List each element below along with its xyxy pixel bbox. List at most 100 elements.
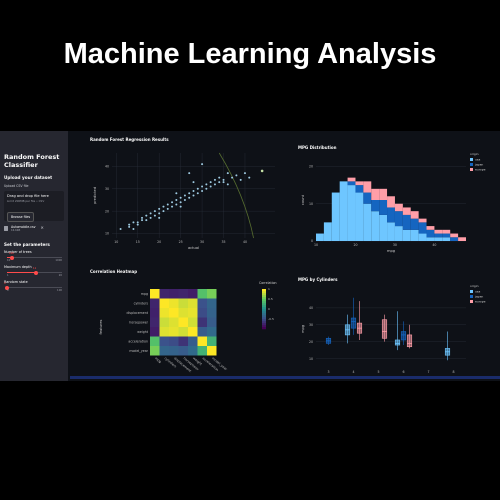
heatmap-cell xyxy=(178,317,188,327)
legend-label-usa: usa xyxy=(475,290,480,294)
upload-label: Upload CSV file xyxy=(4,184,29,188)
legend-swatch-europe xyxy=(470,168,473,171)
legend-label-europe: europe xyxy=(475,300,486,304)
heatmap-cell xyxy=(159,308,169,318)
remove-file-icon[interactable]: ✕ xyxy=(41,225,44,230)
bar-japan xyxy=(394,211,403,227)
heatmap-cell xyxy=(159,336,169,346)
data-point xyxy=(188,172,191,175)
bar-europe xyxy=(450,233,459,238)
heatmap-cell xyxy=(188,308,198,318)
data-point xyxy=(231,176,234,179)
bar-japan xyxy=(402,214,411,230)
x-tick-label: 10 xyxy=(314,243,318,247)
data-point xyxy=(183,198,186,201)
x-tick-label: 10 xyxy=(114,240,118,244)
heatmap-cell xyxy=(178,336,188,346)
bar-europe xyxy=(418,218,427,223)
heatmap-cell xyxy=(188,298,198,308)
x-tick-label: 40 xyxy=(243,240,247,244)
legend-swatch-japan xyxy=(470,295,473,298)
data-point xyxy=(243,172,246,175)
bar-japan xyxy=(426,229,435,238)
x-tick-label: 40 xyxy=(432,243,436,247)
file-dropzone[interactable]: Drag and drop file here Limit 200MB per … xyxy=(4,191,64,222)
data-point xyxy=(222,178,225,181)
heatmap-cell xyxy=(150,346,160,356)
data-point xyxy=(201,163,204,166)
slider-1[interactable]: Maximum depth 11 1 20 xyxy=(4,265,64,277)
data-point xyxy=(149,216,152,219)
heatmap-cell xyxy=(188,317,198,327)
heatmap-cell xyxy=(150,336,160,346)
dropzone-limit: Limit 200MB per file • CSV xyxy=(7,199,45,203)
sidebar-title: Random Forest Classifier xyxy=(4,153,64,169)
data-point xyxy=(119,228,122,231)
x-tick-label: 4 xyxy=(352,370,354,374)
slider-track[interactable]: 11 xyxy=(7,267,62,275)
data-point xyxy=(162,205,165,208)
box-europe xyxy=(406,334,413,348)
y-tick-label: 20 xyxy=(309,165,313,169)
heatmap-cell xyxy=(159,317,169,327)
app-window: Random Forest Classifier Upload your dat… xyxy=(0,131,500,381)
sidebar-title-line1: Random Forest xyxy=(4,153,60,161)
slider-track[interactable]: 0 xyxy=(4,282,62,290)
heatmap-cell xyxy=(207,317,217,327)
slider-value: 11 xyxy=(32,267,37,270)
headline: Machine Learning Analysis xyxy=(63,38,437,70)
browse-files-button[interactable]: Browse files xyxy=(7,212,35,222)
legend-label-usa: usa xyxy=(475,158,480,162)
y-tick-label: 10 xyxy=(309,202,313,206)
slider-0[interactable]: Number of trees 100 10 1000 xyxy=(4,250,64,262)
x-tick-label: 7 xyxy=(427,370,429,374)
heatmap-cell xyxy=(169,336,179,346)
slider-track[interactable]: 100 xyxy=(7,252,62,260)
data-point xyxy=(201,190,204,193)
heatmap-cell xyxy=(150,317,160,327)
data-point xyxy=(209,181,212,184)
data-point xyxy=(128,225,131,228)
params-heading: Set the parameters xyxy=(4,242,50,247)
slider-max: 20 xyxy=(58,274,62,277)
legend-swatch-usa xyxy=(470,290,473,293)
data-point xyxy=(162,210,165,213)
colorbar-step xyxy=(262,301,266,304)
data-point xyxy=(196,187,199,190)
bar-europe xyxy=(402,207,411,215)
bar-usa xyxy=(316,233,324,241)
row-label: displacement xyxy=(127,311,149,315)
legend-swatch-usa xyxy=(470,158,473,161)
slider-thumb[interactable] xyxy=(33,270,38,275)
bar-europe xyxy=(426,226,435,230)
x-axis-label: mpg xyxy=(387,249,395,253)
x-tick-label: 20 xyxy=(353,243,357,247)
data-point xyxy=(179,196,182,199)
box-japan xyxy=(350,317,357,329)
row-label: horsepower xyxy=(129,320,148,324)
bar-europe xyxy=(458,237,466,241)
data-point xyxy=(196,192,199,195)
slider-value: 0 xyxy=(4,282,6,285)
slider-thumb[interactable] xyxy=(10,255,14,260)
bar-europe xyxy=(394,203,403,212)
heatmap-cell xyxy=(169,327,179,337)
parameter-sliders: Number of trees 100 10 1000 Maximum depth 11 1… xyxy=(4,250,64,292)
colorbar-step xyxy=(262,319,266,322)
heatmap-cell xyxy=(197,308,207,318)
row-label: acceleration xyxy=(128,339,148,343)
mpg-distribution-plot: 0102010 20 30 40mpgcountoriginusajapaneurop… xyxy=(301,152,486,253)
y-tick-label: 20 xyxy=(105,209,109,213)
data-point xyxy=(226,183,229,186)
heatmap-cell xyxy=(207,298,217,308)
y-tick-label: 30 xyxy=(309,323,313,327)
data-point xyxy=(141,216,144,219)
bar-europe xyxy=(434,229,443,234)
colorbar-step xyxy=(262,309,266,312)
heatmap-cell xyxy=(150,289,160,299)
slider-2[interactable]: Random state 0 0 100 xyxy=(4,280,64,292)
x-tick-label: 5 xyxy=(377,370,379,374)
data-point xyxy=(128,223,131,226)
x-tick-label: 35 xyxy=(221,240,225,244)
data-point xyxy=(175,192,178,195)
